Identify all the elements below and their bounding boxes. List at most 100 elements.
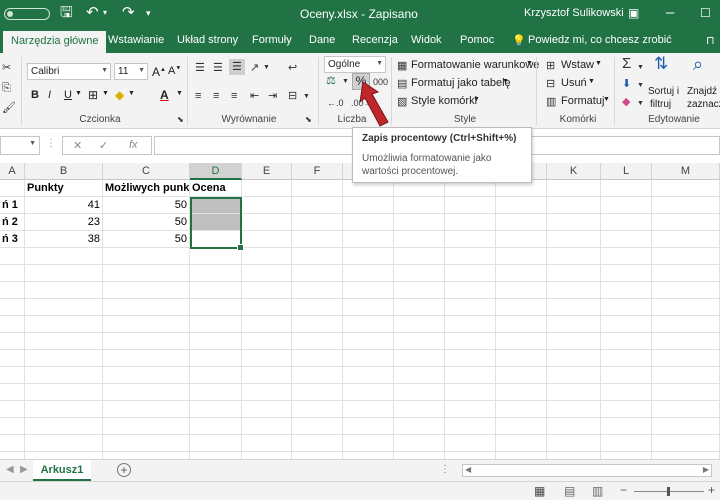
cell[interactable] [242,248,292,265]
sort-filter-label-2[interactable]: filtruj [650,99,671,110]
format-cells-button[interactable]: Formatuj [561,95,604,107]
find-select-icon[interactable]: ⌕ [693,55,703,73]
cell[interactable] [601,299,652,316]
horizontal-scrollbar[interactable]: ◀ ▶ [462,464,712,477]
cell[interactable] [0,367,25,384]
cell[interactable] [292,214,343,231]
cell[interactable] [103,265,190,282]
cell[interactable] [190,367,242,384]
align-left-icon[interactable]: ≡ [195,89,201,103]
cell[interactable] [242,197,292,214]
tell-me-search[interactable]: Powiedz mi, co chcesz zrobić [528,34,672,46]
underline-button[interactable]: U [64,89,72,101]
cell[interactable] [601,435,652,452]
column-header-d[interactable]: D [190,163,242,180]
align-bottom-icon[interactable]: ☰ [229,59,245,75]
chevron-down-icon[interactable]: ▼ [102,90,109,97]
font-size-combo[interactable]: 11 ▼ [114,63,148,80]
delete-cells-button[interactable]: Usuń [561,77,587,89]
user-name[interactable]: Krzysztof Sulikowski [524,7,624,19]
cell[interactable] [652,231,720,248]
cell[interactable] [394,197,445,214]
cell[interactable] [496,350,547,367]
insert-cells-button[interactable]: Wstaw [561,59,594,71]
cell[interactable] [292,231,343,248]
format-as-table-button[interactable]: Formatuj jako tabelę [411,77,511,89]
cell[interactable] [25,435,103,452]
tab-scroll-right-icon[interactable]: ▶ [20,464,28,475]
cell[interactable] [652,180,720,197]
cut-icon[interactable]: ✂ [2,61,11,75]
cell[interactable] [292,299,343,316]
column-header-l[interactable]: L [601,163,652,180]
column-header-m[interactable]: M [652,163,720,180]
undo-icon[interactable]: ↶ [86,5,99,21]
cell[interactable] [25,333,103,350]
cell[interactable] [190,435,242,452]
cell[interactable] [242,350,292,367]
cell[interactable] [496,282,547,299]
decrease-font-icon[interactable]: A▼ [168,65,181,77]
cell[interactable] [242,435,292,452]
cell[interactable] [343,299,394,316]
cell[interactable] [652,384,720,401]
cell[interactable] [547,180,601,197]
cell[interactable] [601,231,652,248]
cell[interactable] [242,367,292,384]
scroll-right-icon[interactable]: ▶ [703,465,709,474]
cell[interactable] [292,316,343,333]
cell[interactable] [292,452,343,459]
cell[interactable] [103,350,190,367]
cell[interactable] [394,214,445,231]
cell[interactable] [547,435,601,452]
cell[interactable]: 23 [25,214,103,231]
find-select-label[interactable]: Znajdź i [687,86,720,97]
cell[interactable] [547,214,601,231]
cell[interactable] [394,418,445,435]
cell[interactable] [190,299,242,316]
zoom-in-icon[interactable]: + [708,483,715,497]
cell[interactable] [394,265,445,282]
cell[interactable] [445,282,496,299]
cell[interactable] [496,418,547,435]
customize-toolbar-icon[interactable]: ▾ [146,5,151,21]
page-layout-view-icon[interactable]: ▤ [564,484,575,498]
cell[interactable] [292,418,343,435]
cell[interactable] [445,367,496,384]
cell[interactable] [601,367,652,384]
cell[interactable] [496,197,547,214]
wrap-text-icon[interactable]: ↩ [288,61,297,75]
cell[interactable] [190,231,242,248]
align-right-icon[interactable]: ≡ [231,89,237,103]
cell[interactable] [0,299,25,316]
cell[interactable] [445,231,496,248]
cell[interactable] [496,214,547,231]
conditional-formatting-icon[interactable]: ▦ [397,59,407,73]
cell[interactable] [394,367,445,384]
cell[interactable] [343,367,394,384]
chevron-down-icon[interactable]: ▼ [176,90,183,97]
cell[interactable] [496,435,547,452]
format-painter-icon[interactable]: 🖌 [2,101,16,115]
cell[interactable] [343,401,394,418]
cell[interactable] [242,316,292,333]
increase-indent-icon[interactable]: ⇥ [268,89,277,103]
cell[interactable] [394,248,445,265]
cell[interactable] [25,316,103,333]
cell[interactable]: 50 [103,214,190,231]
chevron-down-icon[interactable]: ▼ [75,90,82,97]
save-icon[interactable]: 🖫 [60,5,73,21]
find-select-label-2[interactable]: zaznacz [687,99,720,110]
tab-formulas[interactable]: Formuły [252,34,292,46]
cell[interactable] [445,316,496,333]
cell[interactable] [0,316,25,333]
cell[interactable] [343,316,394,333]
align-center-icon[interactable]: ≡ [213,89,219,103]
cell[interactable] [103,367,190,384]
cell[interactable] [242,299,292,316]
chevron-down-icon[interactable]: ▼ [526,60,533,67]
cell[interactable] [496,367,547,384]
cell[interactable] [343,333,394,350]
cell[interactable] [601,197,652,214]
cell[interactable] [292,248,343,265]
